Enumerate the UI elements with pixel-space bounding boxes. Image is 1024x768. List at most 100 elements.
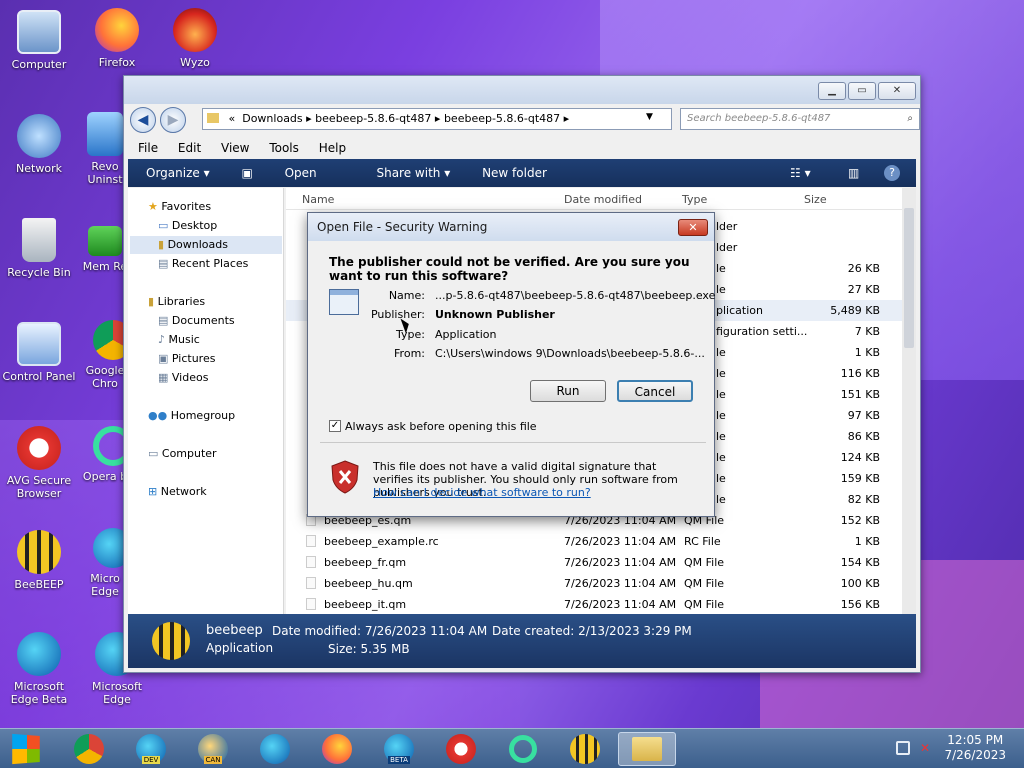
menu-edit[interactable]: Edit bbox=[178, 141, 201, 155]
taskbar-explorer[interactable] bbox=[618, 732, 676, 766]
always-ask-label[interactable]: Always ask before opening this file bbox=[345, 420, 537, 433]
edge-dev-icon: DEV bbox=[136, 734, 166, 764]
column-date-modified[interactable]: Date modified bbox=[564, 193, 642, 206]
volume-muted-icon[interactable]: ✕ bbox=[920, 741, 930, 755]
breadcrumb-downloads[interactable]: Downloads bbox=[242, 112, 302, 125]
nav-downloads[interactable]: ▮ Downloads bbox=[130, 236, 282, 254]
explorer-titlebar[interactable]: ▁ ▭ ✕ bbox=[124, 76, 920, 104]
open-button[interactable]: ▣ Open bbox=[241, 166, 344, 180]
desktop-icon-label: BeeBEEP bbox=[14, 578, 64, 591]
can-badge: CAN bbox=[203, 756, 223, 764]
table-row[interactable]: beebeep_hu.qm 7/26/2023 11:04 AM QM File… bbox=[286, 573, 902, 594]
details-modified: Date modified: 7/26/2023 11:04 AM bbox=[272, 624, 488, 638]
help-link[interactable]: How can I decide what software to run? bbox=[373, 486, 591, 499]
music-icon: ♪ bbox=[158, 333, 169, 346]
cancel-button[interactable]: Cancel bbox=[617, 380, 693, 402]
desktop-icon-avg-browser[interactable]: AVG Secure Browser bbox=[1, 426, 77, 500]
start-button[interactable] bbox=[0, 732, 54, 766]
view-options-icon[interactable]: ☷ ▾ bbox=[790, 159, 811, 187]
row-type: le bbox=[716, 472, 726, 485]
publisher-value: Unknown Publisher bbox=[435, 308, 555, 321]
desktop-icon-label: AVG Secure Browser bbox=[6, 474, 72, 500]
dialog-titlebar[interactable]: Open File - Security Warning ✕ bbox=[308, 213, 714, 241]
menu-help[interactable]: Help bbox=[319, 141, 346, 155]
desktop-icon-label: Microsoft Edge bbox=[91, 680, 143, 706]
security-warning-dialog[interactable]: Open File - Security Warning ✕ The publi… bbox=[307, 212, 715, 517]
taskbar-avg-browser[interactable] bbox=[434, 732, 488, 766]
menu-view[interactable]: View bbox=[221, 141, 249, 155]
preview-pane-icon[interactable]: ▥ bbox=[848, 159, 859, 187]
close-button[interactable]: ✕ bbox=[878, 82, 916, 100]
chrome-icon bbox=[74, 734, 104, 764]
desktop-icon-wyzo[interactable]: Wyzo bbox=[157, 8, 233, 69]
from-label: From: bbox=[394, 347, 425, 360]
nav-music[interactable]: ♪ Music bbox=[158, 331, 200, 349]
nav-label: Favorites bbox=[161, 200, 212, 213]
menu-tools[interactable]: Tools bbox=[269, 141, 299, 155]
nav-desktop[interactable]: ▭ Desktop bbox=[158, 217, 217, 235]
edge-icon bbox=[260, 734, 290, 764]
desktop-icon-computer[interactable]: Computer bbox=[1, 10, 77, 71]
share-with-button[interactable]: Share with ▾ bbox=[376, 166, 450, 180]
nav-homegroup[interactable]: ●● Homegroup bbox=[148, 407, 235, 425]
details-kind: Application bbox=[206, 641, 274, 655]
clock[interactable]: 12:05 PM 7/26/2023 bbox=[944, 733, 1006, 763]
forward-button[interactable]: ▶ bbox=[160, 107, 186, 133]
address-path[interactable]: « Downloads ▸ beebeep-5.8.6-qt487 ▸ beeb… bbox=[202, 108, 672, 130]
menu-file[interactable]: File bbox=[138, 141, 158, 155]
nav-pictures[interactable]: ▣ Pictures bbox=[158, 350, 215, 368]
avg-browser-icon bbox=[446, 734, 476, 764]
desktop-icon-edge-beta[interactable]: Microsoft Edge Beta bbox=[1, 632, 77, 706]
new-folder-button[interactable]: New folder bbox=[482, 166, 547, 180]
nav-computer[interactable]: ▭ Computer bbox=[148, 445, 217, 463]
taskbar-edge-canary[interactable]: CAN bbox=[186, 732, 240, 766]
nav-libraries[interactable]: ▮ Libraries bbox=[148, 293, 205, 311]
avg-browser-icon bbox=[17, 426, 61, 470]
nav-videos[interactable]: ▦ Videos bbox=[158, 369, 208, 387]
nav-label: Computer bbox=[161, 447, 217, 460]
taskbar-chrome[interactable] bbox=[62, 732, 116, 766]
maximize-button[interactable]: ▭ bbox=[848, 82, 876, 100]
minimize-button[interactable]: ▁ bbox=[818, 82, 846, 100]
run-button[interactable]: Run bbox=[530, 380, 606, 402]
nav-recent-places[interactable]: ▤ Recent Places bbox=[158, 255, 248, 273]
help-icon[interactable]: ? bbox=[884, 165, 900, 181]
row-date: 7/26/2023 11:04 AM bbox=[564, 577, 677, 590]
table-row[interactable]: beebeep_fr.qm 7/26/2023 11:04 AM QM File… bbox=[286, 552, 902, 573]
desktop-icon-network[interactable]: Network bbox=[1, 114, 77, 175]
taskbar-edge-dev[interactable]: DEV bbox=[124, 732, 178, 766]
table-row[interactable]: beebeep_example.rc 7/26/2023 11:04 AM RC… bbox=[286, 531, 902, 552]
row-type: RC File bbox=[684, 535, 721, 548]
edge-canary-icon: CAN bbox=[198, 734, 228, 764]
memory-icon bbox=[88, 226, 122, 256]
nav-favorites[interactable]: ★ Favorites bbox=[148, 198, 211, 216]
refresh-button[interactable] bbox=[650, 108, 672, 130]
dialog-close-button[interactable]: ✕ bbox=[678, 219, 708, 236]
desktop-icon-control-panel[interactable]: Control Panel bbox=[1, 322, 77, 383]
column-name[interactable]: Name bbox=[302, 193, 334, 206]
breadcrumb-subfolder[interactable]: beebeep-5.8.6-qt487 bbox=[444, 112, 560, 125]
row-size: 152 KB bbox=[840, 514, 880, 527]
desktop-icon-beebeep[interactable]: BeeBEEP bbox=[1, 530, 77, 591]
column-size[interactable]: Size bbox=[804, 193, 827, 206]
scrollbar-thumb[interactable] bbox=[904, 208, 914, 348]
desktop-icon-recycle-bin[interactable]: Recycle Bin bbox=[1, 218, 77, 279]
taskbar-opera[interactable] bbox=[496, 732, 550, 766]
nav-network[interactable]: ⊞ Network bbox=[148, 483, 207, 501]
back-button[interactable]: ◀ bbox=[130, 107, 156, 133]
nav-documents[interactable]: ▤ Documents bbox=[158, 312, 235, 330]
always-ask-checkbox[interactable]: ✓ bbox=[329, 420, 341, 432]
table-row[interactable]: beebeep_it.qm 7/26/2023 11:04 AM QM File… bbox=[286, 594, 902, 615]
desktop-icon-firefox[interactable]: Firefox bbox=[79, 8, 155, 69]
search-input[interactable]: Search beebeep-5.8.6-qt487 ⌕ bbox=[680, 108, 920, 130]
taskbar-beebeep[interactable] bbox=[558, 732, 612, 766]
organize-button[interactable]: Organize ▾ bbox=[146, 166, 210, 180]
network-tray-icon[interactable] bbox=[896, 741, 910, 755]
breadcrumb-overflow[interactable]: « bbox=[229, 112, 236, 125]
taskbar-edge-beta[interactable]: BETA bbox=[372, 732, 426, 766]
vertical-scrollbar[interactable] bbox=[902, 188, 916, 634]
taskbar-edge[interactable] bbox=[248, 732, 302, 766]
breadcrumb-folder[interactable]: beebeep-5.8.6-qt487 bbox=[315, 112, 431, 125]
taskbar-firefox[interactable] bbox=[310, 732, 364, 766]
column-type[interactable]: Type bbox=[682, 193, 707, 206]
